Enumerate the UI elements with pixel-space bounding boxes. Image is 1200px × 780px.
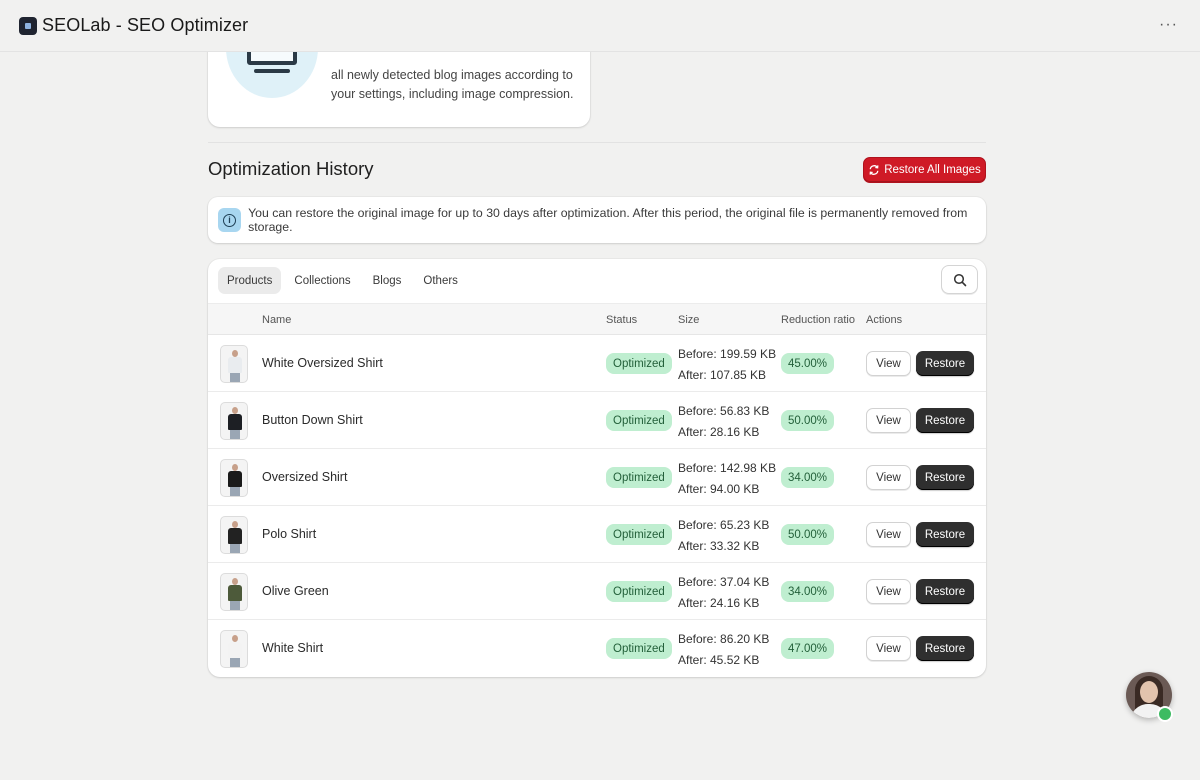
search-icon — [953, 273, 966, 286]
status-badge: Optimized — [606, 410, 672, 431]
size-after: After: 45.52 KB — [678, 653, 760, 667]
column-header-size: Size — [678, 314, 700, 326]
view-button[interactable]: View — [866, 522, 911, 547]
restore-button[interactable]: Restore — [916, 636, 974, 661]
product-name: Olive Green — [262, 584, 329, 598]
column-header-actions: Actions — [866, 314, 903, 326]
more-options-icon[interactable]: ··· — [1159, 16, 1178, 34]
tab-collections[interactable]: Collections — [285, 267, 359, 294]
reduction-ratio-badge: 34.00% — [781, 467, 835, 488]
tab-products[interactable]: Products — [218, 267, 282, 294]
status-badge: Optimized — [606, 581, 672, 602]
product-thumbnail — [220, 345, 248, 383]
reduction-ratio-badge: 45.00% — [781, 353, 835, 374]
info-icon: i — [218, 208, 242, 232]
product-thumbnail — [220, 630, 248, 668]
status-badge: Optimized — [606, 353, 672, 374]
view-button[interactable]: View — [866, 465, 911, 490]
online-status-dot — [1157, 706, 1173, 722]
status-badge: Optimized — [606, 524, 672, 545]
seolab-logo-icon — [19, 16, 37, 35]
size-after: After: 33.32 KB — [678, 539, 760, 553]
column-header-name: Name — [262, 314, 292, 326]
table-row: White Shirt Optimized Before: 86.20 KB A… — [208, 620, 986, 677]
view-button[interactable]: View — [866, 408, 911, 433]
size-after: After: 107.85 KB — [678, 368, 767, 382]
size-before: Before: 37.04 KB — [678, 575, 770, 589]
size-after: After: 28.16 KB — [678, 425, 760, 439]
tab-blogs[interactable]: Blogs — [364, 267, 411, 294]
size-before: Before: 65.23 KB — [678, 518, 770, 532]
status-badge: Optimized — [606, 467, 672, 488]
product-thumbnail — [220, 516, 248, 554]
product-name: Button Down Shirt — [262, 413, 363, 427]
view-button[interactable]: View — [866, 636, 911, 661]
tab-others[interactable]: Others — [414, 267, 467, 294]
product-name: White Shirt — [262, 641, 324, 655]
size-cell: Before: 86.20 KB After: 45.52 KB — [678, 629, 769, 671]
restore-all-images-button[interactable]: Restore All Images — [863, 157, 986, 183]
app-header: SEOLab - SEO Optimizer ··· — [0, 0, 1200, 52]
restore-button[interactable]: Restore — [916, 522, 974, 547]
restore-button[interactable]: Restore — [916, 351, 974, 376]
restore-button[interactable]: Restore — [916, 579, 974, 604]
history-table-card: Products Collections Blogs Others Name S… — [208, 259, 986, 677]
reduction-ratio-badge: 50.00% — [781, 524, 835, 545]
size-cell: Before: 65.23 KB After: 33.32 KB — [678, 515, 769, 557]
table-header: Name Status Size Reduction ratio Actions — [208, 303, 986, 335]
table-row: Oversized Shirt Optimized Before: 142.98… — [208, 449, 986, 506]
product-name: Polo Shirt — [262, 527, 317, 541]
size-cell: Before: 37.04 KB After: 24.16 KB — [678, 572, 769, 614]
product-name: Oversized Shirt — [262, 470, 348, 484]
view-button[interactable]: View — [866, 579, 911, 604]
size-cell: Before: 142.98 KB After: 94.00 KB — [678, 458, 776, 500]
table-row: White Oversized Shirt Optimized Before: … — [208, 335, 986, 392]
column-header-status: Status — [606, 314, 638, 326]
size-after: After: 24.16 KB — [678, 596, 760, 610]
reduction-ratio-badge: 50.00% — [781, 410, 835, 431]
size-cell: Before: 56.83 KB After: 28.16 KB — [678, 401, 769, 443]
product-name: White Oversized Shirt — [262, 356, 383, 370]
restore-button[interactable]: Restore — [916, 408, 974, 433]
product-thumbnail — [220, 573, 248, 611]
app-title: SEOLab - SEO Optimizer — [42, 15, 249, 35]
column-header-reduction-ratio: Reduction ratio — [781, 314, 855, 326]
info-banner: i You can restore the original image for… — [208, 197, 986, 243]
section-divider — [208, 142, 986, 143]
size-before: Before: 86.20 KB — [678, 632, 770, 646]
size-before: Before: 56.83 KB — [678, 404, 770, 418]
size-before: Before: 199.59 KB — [678, 347, 777, 361]
page-title: Optimization History — [208, 158, 374, 179]
restore-button[interactable]: Restore — [916, 465, 974, 490]
reduction-ratio-badge: 47.00% — [781, 638, 835, 659]
table-row: Button Down Shirt Optimized Before: 56.8… — [208, 392, 986, 449]
size-cell: Before: 199.59 KB After: 107.85 KB — [678, 344, 776, 386]
intro-card-text: all newly detected blog images according… — [331, 68, 574, 101]
tab-bar: Products Collections Blogs Others — [218, 267, 467, 294]
restore-all-label: Restore All Images — [884, 164, 981, 176]
status-badge: Optimized — [606, 638, 672, 659]
table-row: Olive Green Optimized Before: 37.04 KB A… — [208, 563, 986, 620]
reduction-ratio-badge: 34.00% — [781, 581, 835, 602]
refresh-icon — [869, 165, 879, 175]
size-before: Before: 142.98 KB — [678, 461, 777, 475]
info-banner-text: You can restore the original image for u… — [248, 206, 968, 234]
product-thumbnail — [220, 402, 248, 440]
view-button[interactable]: View — [866, 351, 911, 376]
search-button[interactable] — [941, 265, 978, 294]
table-row: Polo Shirt Optimized Before: 65.23 KB Af… — [208, 506, 986, 563]
product-thumbnail — [220, 459, 248, 497]
size-after: After: 94.00 KB — [678, 482, 760, 496]
